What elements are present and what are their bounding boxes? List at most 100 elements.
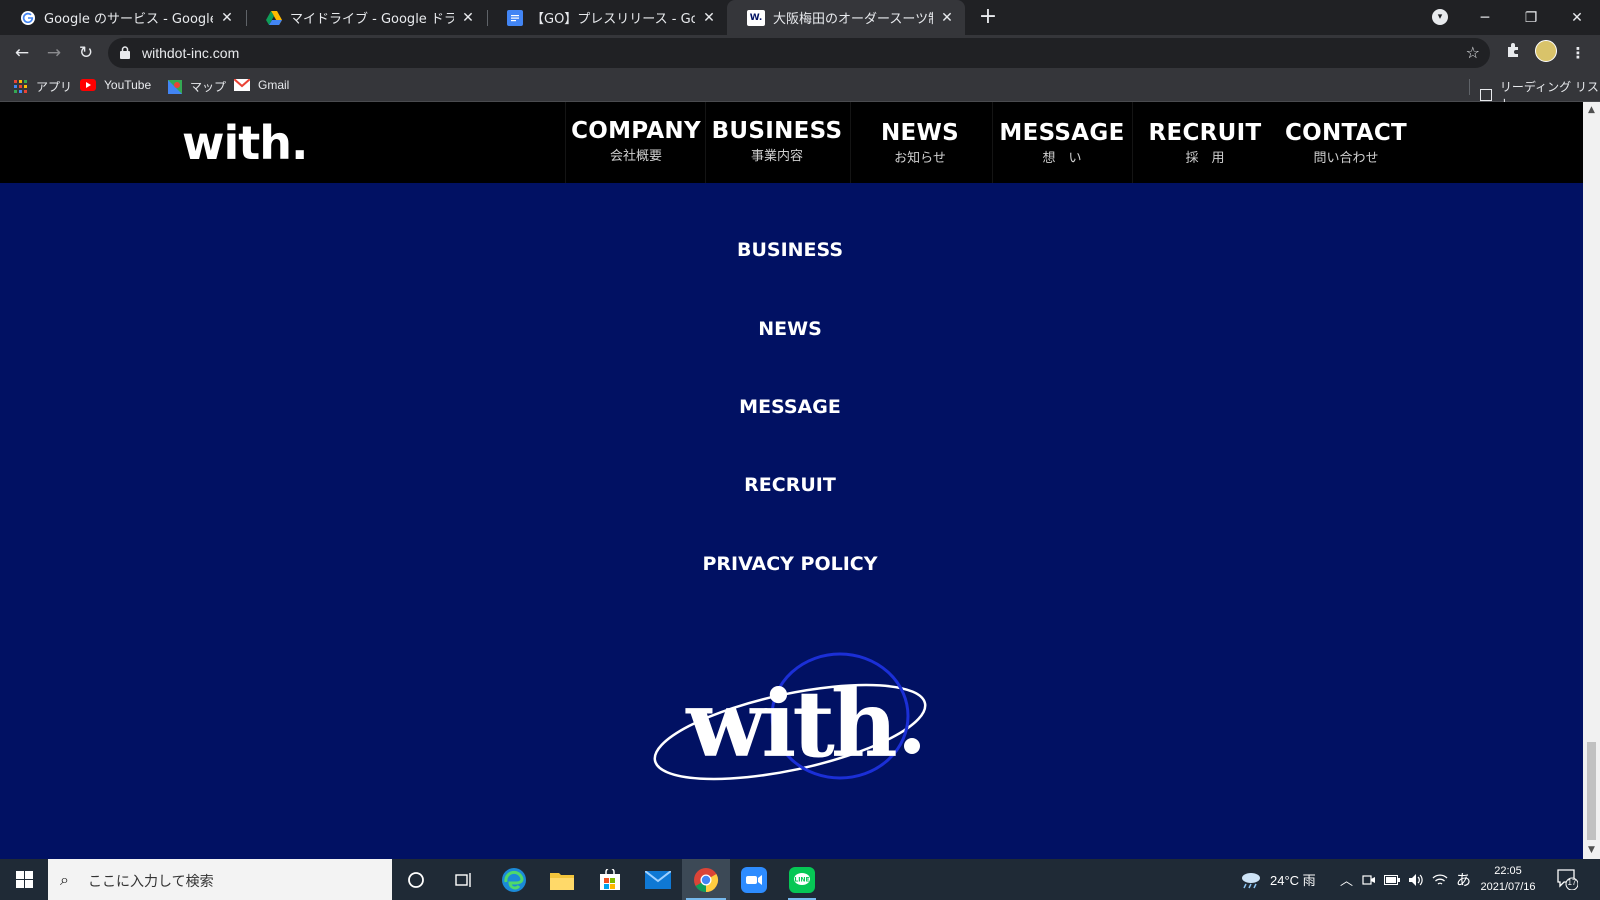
chrome-icon[interactable] [682, 859, 730, 900]
maps-icon [168, 79, 182, 94]
window-controls: ─ ❐ ✕ [1462, 0, 1600, 35]
close-tab-icon[interactable]: ✕ [701, 10, 717, 26]
weather-text: 24°C 雨 [1270, 873, 1316, 888]
tab-title: 大阪梅田のオーダースーツ制作や営業 [773, 12, 933, 27]
line-app-icon[interactable]: LINE [778, 859, 826, 900]
scroll-down-arrow-icon[interactable]: ▼ [1583, 842, 1600, 859]
page-scrollbar[interactable]: ▲ ▼ [1583, 102, 1600, 859]
nav-news[interactable]: NEWS お知らせ [845, 120, 995, 166]
cortana-icon[interactable] [392, 859, 440, 900]
windows-start-button[interactable] [0, 859, 48, 900]
bookmark-apps[interactable]: アプリ [14, 78, 72, 95]
apps-grid-icon [14, 79, 27, 93]
notification-center-icon[interactable]: 17 [1556, 868, 1579, 891]
bookmark-separator [1469, 79, 1470, 95]
footer-logo-text: with [685, 670, 896, 778]
nav-label-en: NEWS [880, 120, 960, 146]
bookmark-gmail[interactable]: Gmail [234, 78, 289, 92]
windows-logo-icon [15, 871, 33, 888]
close-tab-icon[interactable]: ✕ [460, 10, 476, 26]
volume-icon[interactable] [1408, 859, 1424, 900]
wifi-icon[interactable] [1432, 859, 1448, 900]
address-bar[interactable]: withdot-inc.com ☆ [108, 38, 1490, 68]
footer-link-business[interactable]: BUSINESS [690, 239, 890, 261]
footer-brand-logo[interactable]: with [640, 650, 940, 800]
restore-button[interactable]: ❐ [1508, 0, 1554, 35]
scroll-up-arrow-icon[interactable]: ▲ [1583, 102, 1600, 119]
zoom-app-icon[interactable] [730, 859, 778, 900]
task-view-icon[interactable] [440, 859, 488, 900]
nav-label-en: COMPANY [571, 118, 701, 144]
minimize-button[interactable]: ─ [1462, 0, 1508, 35]
nav-label-en: RECRUIT [1148, 120, 1262, 146]
search-placeholder: ここに入力して検索 [88, 874, 214, 890]
nav-business[interactable]: BUSINESS 事業内容 [702, 118, 852, 164]
search-icon: ⌕ [60, 870, 69, 889]
reading-list-icon [1480, 89, 1492, 101]
footer-link-message[interactable]: MESSAGE [690, 396, 890, 418]
profile-avatar[interactable] [1535, 40, 1557, 62]
nav-label-ja: 事業内容 [750, 149, 803, 164]
nav-label-ja: 会社概要 [609, 149, 662, 164]
taskbar-clock[interactable]: 22:05 2021/07/16 [1470, 863, 1546, 895]
close-tab-icon[interactable]: ✕ [939, 10, 955, 26]
tab-my-drive[interactable]: マイドライブ - Google ドライブ ✕ [246, 0, 486, 35]
nav-recruit[interactable]: RECRUIT 採 用 [1130, 120, 1280, 166]
google-g-icon [20, 10, 36, 26]
tab-withdot-active[interactable]: W. 大阪梅田のオーダースーツ制作や営業 ✕ [727, 0, 965, 35]
back-arrow-icon[interactable]: ← [10, 41, 34, 65]
rain-cloud-icon [1242, 872, 1260, 888]
site-header: with. COMPANY 会社概要 BUSINESS 事業内容 NEWS お知… [0, 102, 1583, 183]
tab-press-release-doc[interactable]: 【GO】プレスリリース - Google ドキュメ ✕ [487, 0, 727, 35]
with-favicon: W. [747, 9, 765, 26]
nav-contact[interactable]: CONTACT 問い合わせ [1271, 120, 1421, 166]
bookmark-youtube[interactable]: YouTube [80, 78, 151, 92]
extensions-puzzle-icon[interactable] [1502, 41, 1526, 65]
bookmark-label: アプリ [36, 80, 73, 94]
gmail-icon [234, 79, 250, 91]
footer-link-privacy-policy[interactable]: PRIVACY POLICY [690, 553, 890, 575]
nav-company[interactable]: COMPANY 会社概要 [561, 118, 711, 164]
svg-text:LINE: LINE [794, 876, 809, 883]
footer-link-recruit[interactable]: RECRUIT [690, 474, 890, 496]
lock-icon [120, 46, 130, 59]
reload-icon[interactable]: ↻ [74, 41, 98, 65]
file-explorer-icon[interactable] [538, 859, 586, 900]
nav-label-ja: お知らせ [894, 151, 946, 166]
menu-kebab-icon[interactable]: ⋮ [1566, 41, 1590, 65]
battery-icon[interactable] [1384, 859, 1400, 900]
bookmark-star-icon[interactable]: ☆ [1466, 43, 1480, 62]
notification-count: 17 [1567, 878, 1577, 887]
microsoft-store-icon[interactable] [586, 859, 634, 900]
ime-indicator[interactable]: あ [1456, 859, 1471, 900]
browser-toolbar: ← → ↻ withdot-inc.com ☆ ⋮ [0, 35, 1600, 71]
chevron-up-icon[interactable]: ︿ [1340, 859, 1353, 900]
tab-search-icon[interactable]: ▾ [1432, 9, 1448, 25]
bookmark-maps[interactable]: マップ [168, 78, 226, 95]
new-tab-button[interactable]: + [976, 6, 1000, 30]
nav-label-en: MESSAGE [999, 120, 1125, 146]
nav-label-ja: 採 用 [1185, 151, 1225, 166]
close-tab-icon[interactable]: ✕ [219, 10, 235, 26]
tab-google-services[interactable]: Google のサービス - Google ✕ [0, 0, 245, 35]
mail-icon[interactable] [634, 859, 682, 900]
forward-arrow-icon[interactable]: → [42, 41, 66, 65]
windows-taskbar: ⌕ ここに入力して検索 LINE 24°C 雨 ︿ あ 22:05 2021/0… [0, 859, 1600, 900]
tab-title: 【GO】プレスリリース - Google ドキュメ [531, 12, 695, 27]
web-page-viewport: with. COMPANY 会社概要 BUSINESS 事業内容 NEWS お知… [0, 102, 1583, 859]
weather-widget[interactable]: 24°C 雨 [1240, 859, 1316, 900]
bookmark-label: マップ [190, 80, 227, 94]
meet-now-icon[interactable] [1362, 859, 1376, 900]
scrollbar-thumb[interactable] [1587, 742, 1596, 840]
url-text: withdot-inc.com [142, 45, 240, 61]
nav-message[interactable]: MESSAGE 想 い [987, 120, 1137, 166]
edge-browser-icon[interactable] [490, 859, 538, 900]
google-docs-icon [507, 9, 523, 26]
footer-link-news[interactable]: NEWS [690, 318, 890, 340]
bookmark-label: YouTube [104, 78, 152, 92]
clock-time: 22:05 [1494, 865, 1522, 877]
taskbar-search-box[interactable]: ⌕ ここに入力して検索 [48, 859, 392, 900]
close-window-button[interactable]: ✕ [1554, 0, 1600, 35]
browser-tab-strip: Google のサービス - Google ✕ マイドライブ - Google … [0, 0, 1600, 35]
site-logo[interactable]: with. [182, 116, 308, 170]
